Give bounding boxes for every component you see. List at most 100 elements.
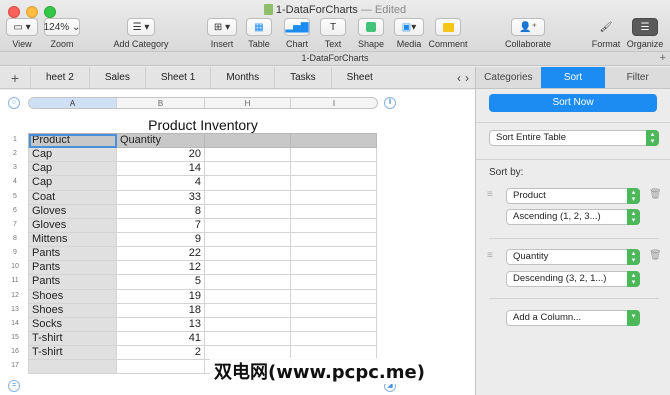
product-cell[interactable]: T-shirt [28, 330, 117, 347]
add-column-handle[interactable]: ‖ [384, 97, 396, 109]
product-cell[interactable]: Mittens [28, 231, 117, 248]
quantity-cell[interactable]: 22 [116, 246, 205, 262]
row-number[interactable]: 3 [8, 161, 22, 175]
empty-cell[interactable] [204, 316, 291, 332]
sheet-tab[interactable]: Sheet [330, 66, 388, 89]
row-number[interactable]: 6 [8, 204, 22, 218]
row-number[interactable]: 12 [8, 289, 22, 303]
chart-button[interactable]: ▂▅▇ Chart [282, 18, 312, 49]
organize-button[interactable]: ☰ Organize [626, 18, 664, 49]
trash-icon[interactable]: 🗑 [649, 250, 662, 261]
empty-cell[interactable] [290, 132, 377, 149]
empty-cell[interactable] [290, 231, 377, 248]
sheet-tab[interactable]: heet 2 [30, 66, 89, 89]
sheet-tab[interactable]: Sales [88, 66, 145, 89]
empty-cell[interactable] [290, 260, 377, 276]
sheet-tab[interactable]: Tasks [274, 66, 331, 89]
empty-cell[interactable] [290, 274, 377, 290]
sheet-tab[interactable]: Sheet 1 [144, 66, 210, 89]
product-cell[interactable]: T-shirt [28, 345, 117, 361]
tab-sort[interactable]: Sort [540, 67, 606, 88]
empty-cell[interactable] [204, 175, 291, 191]
row-number[interactable]: 4 [8, 175, 22, 189]
column-header[interactable]: A [29, 98, 117, 108]
empty-cell[interactable] [204, 260, 291, 276]
quantity-cell[interactable]: 2 [116, 345, 205, 361]
quantity-cell[interactable]: 13 [116, 316, 205, 332]
header-cell[interactable]: Product [28, 132, 117, 149]
rule1-order-select[interactable]: Ascending (1, 2, 3...) ▴ ▾ [506, 209, 640, 225]
text-button[interactable]: T Text [318, 18, 348, 49]
media-button[interactable]: ▣ ▾ Media [392, 18, 426, 49]
comment-button[interactable]: Comment [428, 18, 468, 49]
empty-cell[interactable] [204, 132, 291, 149]
quantity-cell[interactable] [116, 359, 205, 375]
shape-button[interactable]: Shape [356, 18, 386, 49]
empty-cell[interactable] [290, 246, 377, 262]
quantity-cell[interactable]: 5 [116, 274, 205, 290]
trash-icon[interactable]: 🗑 [649, 189, 662, 200]
quantity-cell[interactable]: 9 [116, 231, 205, 248]
empty-cell[interactable] [290, 189, 377, 205]
row-number[interactable]: 11 [8, 274, 22, 288]
empty-cell[interactable] [204, 189, 291, 205]
empty-cell[interactable] [290, 330, 377, 347]
quantity-cell[interactable]: 18 [116, 302, 205, 318]
row-number[interactable]: 5 [8, 190, 22, 204]
empty-cell[interactable] [290, 203, 377, 219]
product-cell[interactable] [28, 359, 117, 375]
empty-cell[interactable] [204, 217, 291, 233]
product-cell[interactable]: Pants [28, 274, 117, 290]
empty-cell[interactable] [204, 203, 291, 219]
product-cell[interactable]: Pants [28, 260, 117, 276]
table-button[interactable]: ▦ Table [244, 18, 274, 49]
tab-categories[interactable]: Categories [476, 67, 541, 88]
rule2-order-select[interactable]: Descending (3, 2, 1...) ▴ ▾ [506, 271, 640, 287]
quantity-cell[interactable]: 8 [116, 203, 205, 219]
new-tab-button[interactable]: + [660, 52, 666, 65]
product-cell[interactable]: Gloves [28, 217, 117, 233]
drag-handle-icon[interactable]: ≡ [487, 250, 493, 261]
zoom-button[interactable]: 124% ⌄ Zoom [44, 18, 80, 49]
empty-cell[interactable] [204, 147, 291, 163]
row-number[interactable]: 14 [8, 317, 22, 331]
empty-cell[interactable] [204, 161, 291, 177]
empty-cell[interactable] [204, 302, 291, 318]
add-category-button[interactable]: ☰ ▾ Add Category [112, 18, 170, 49]
quantity-cell[interactable]: 14 [116, 161, 205, 177]
sheet-canvas[interactable]: ○ A B H I ‖ Product Inventory 1234567891… [0, 90, 475, 395]
add-sheet-button[interactable]: + [0, 70, 30, 86]
row-number[interactable]: 10 [8, 260, 22, 274]
empty-cell[interactable] [290, 175, 377, 191]
empty-cell[interactable] [290, 217, 377, 233]
sheet-tab[interactable]: Months [210, 66, 274, 89]
empty-cell[interactable] [204, 330, 291, 347]
product-cell[interactable]: Shoes [28, 288, 117, 304]
row-number[interactable]: 9 [8, 246, 22, 260]
collaborate-button[interactable]: 👤⁺ Collaborate [504, 18, 552, 49]
rule1-column-select[interactable]: Product ▴ ▾ [506, 188, 640, 204]
product-cell[interactable]: Pants [28, 246, 117, 262]
drag-handle-icon[interactable]: ≡ [487, 189, 493, 200]
sort-now-button[interactable]: Sort Now [489, 94, 657, 112]
column-header[interactable]: B [117, 98, 205, 108]
product-cell[interactable]: Shoes [28, 302, 117, 318]
empty-cell[interactable] [204, 274, 291, 290]
empty-cell[interactable] [204, 288, 291, 304]
row-number[interactable]: 2 [8, 147, 22, 161]
product-cell[interactable]: Cap [28, 147, 117, 163]
empty-cell[interactable] [290, 161, 377, 177]
view-button[interactable]: ▭ ▾ View [6, 18, 38, 49]
empty-cell[interactable] [204, 231, 291, 248]
sort-scope-select[interactable]: Sort Entire Table ▴ ▾ [489, 130, 659, 146]
rule2-column-select[interactable]: Quantity ▴ ▾ [506, 249, 640, 265]
product-cell[interactable]: Cap [28, 161, 117, 177]
row-number[interactable]: 13 [8, 303, 22, 317]
product-cell[interactable]: Cap [28, 175, 117, 191]
row-number[interactable]: 15 [8, 331, 22, 345]
insert-button[interactable]: ⊞ ▾ Insert [206, 18, 238, 49]
header-cell[interactable]: Quantity [116, 132, 205, 149]
column-header[interactable]: H [205, 98, 291, 108]
product-cell[interactable]: Coat [28, 189, 117, 205]
empty-cell[interactable] [290, 288, 377, 304]
